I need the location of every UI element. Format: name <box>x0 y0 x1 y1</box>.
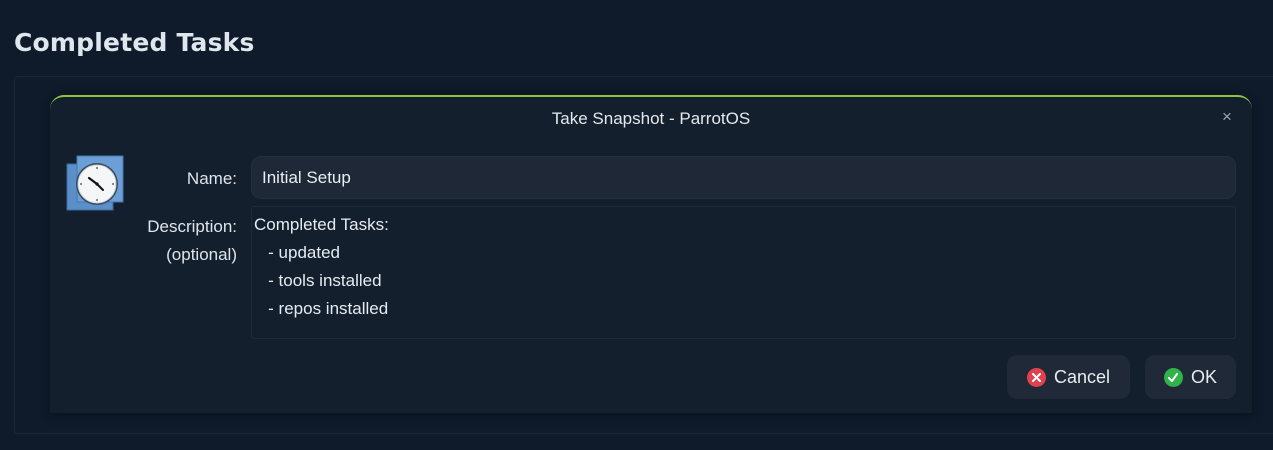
dialog-title: Take Snapshot - ParrotOS <box>551 109 751 128</box>
cancel-icon <box>1026 367 1046 387</box>
description-textarea[interactable]: Completed Tasks: - updated - tools insta… <box>251 206 1236 339</box>
take-snapshot-dialog: Take Snapshot - ParrotOS × Name: Descrip… <box>50 95 1252 413</box>
snapshot-name-input[interactable] <box>251 156 1236 199</box>
description-label: Description: (optional) <box>147 217 237 264</box>
ok-button-label: OK <box>1190 366 1217 387</box>
page-heading: Completed Tasks <box>14 28 255 57</box>
cancel-button[interactable]: Cancel <box>1007 355 1130 399</box>
name-label: Name: <box>186 169 237 188</box>
checkmark-icon <box>1163 367 1183 387</box>
ok-button[interactable]: OK <box>1145 355 1236 399</box>
close-button[interactable]: × <box>1216 106 1238 128</box>
cancel-button-label: Cancel <box>1053 366 1111 387</box>
